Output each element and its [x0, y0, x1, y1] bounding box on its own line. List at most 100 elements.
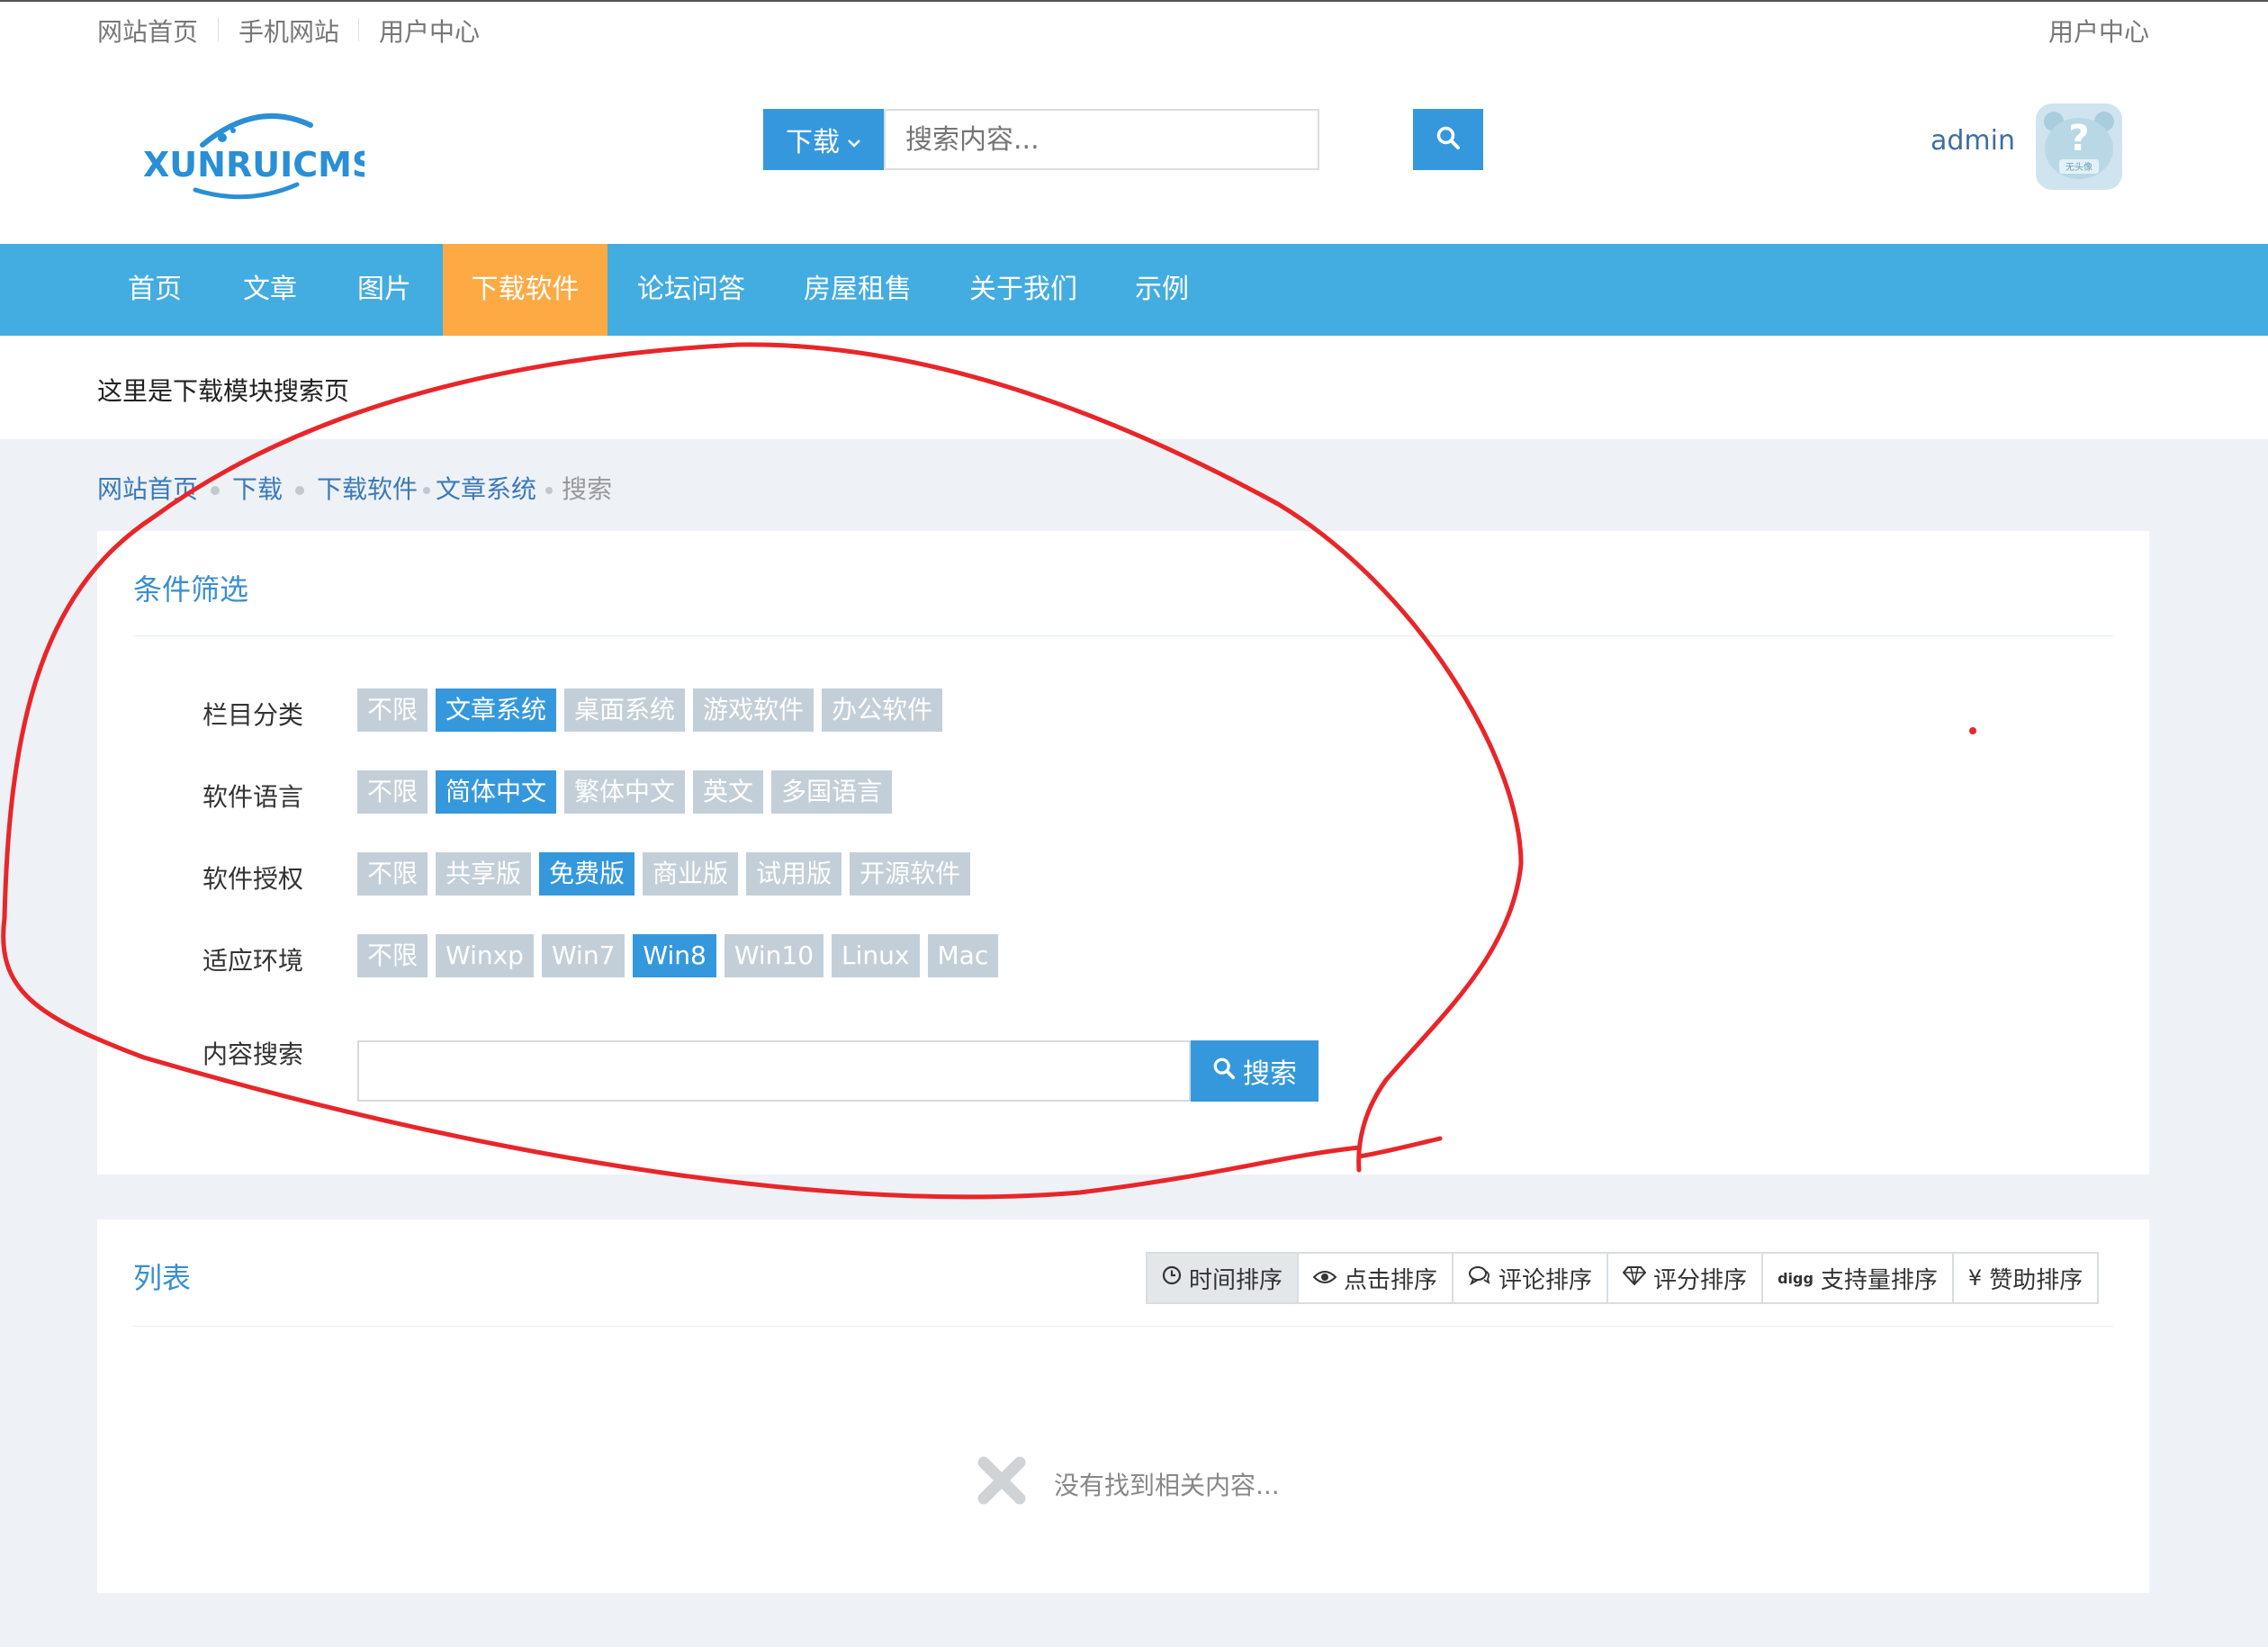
filter-label: 软件语言 [202, 782, 304, 812]
nav-item-articles[interactable]: 文章 [225, 244, 315, 336]
yen-icon: ¥ [1967, 1265, 1983, 1291]
keyword-input[interactable] [357, 1040, 1191, 1102]
close-icon [975, 1454, 1029, 1514]
breadcrumb-download-software[interactable]: 下载软件 [317, 474, 418, 504]
top-right-user-center[interactable]: 用户中心 [2048, 13, 2149, 49]
breadcrumb: 网站首页 下载 下载软件 文章系统 搜索 [97, 470, 612, 506]
filter-option-selected[interactable]: 简体中文 [436, 770, 557, 814]
breadcrumb-separator [295, 486, 305, 495]
filter-label: 栏目分类 [202, 700, 304, 730]
search-button[interactable] [1413, 109, 1483, 170]
filter-option[interactable]: Linux [832, 934, 920, 977]
filter-option[interactable]: 办公软件 [822, 688, 943, 732]
breadcrumb-separator [211, 486, 220, 495]
filter-option-selected[interactable]: 免费版 [539, 852, 635, 896]
nav-item-images[interactable]: 图片 [339, 244, 429, 336]
sort-by-donation-button[interactable]: ¥ 赞助排序 [1951, 1254, 2098, 1302]
top-divider [358, 18, 359, 41]
filter-option[interactable]: 开源软件 [850, 852, 971, 896]
filter-option[interactable]: 试用版 [746, 852, 842, 896]
avatar[interactable]: ? 无头像 [2036, 104, 2122, 190]
list-panel: 列表 时间排序 点击排序 评论排序 评分排序 digg 支持量排序 ¥ 赞助排序… [97, 1220, 2149, 1593]
eye-icon [1312, 1264, 1337, 1292]
top-link-home[interactable]: 网站首页 [97, 13, 198, 49]
search-icon [1212, 1056, 1236, 1087]
breadcrumb-download[interactable]: 下载 [232, 474, 283, 504]
chevron-down-icon [847, 124, 861, 156]
nav-item-real-estate[interactable]: 房屋租售 [792, 244, 923, 336]
top-divider [218, 18, 219, 41]
top-link-mobile[interactable]: 手机网站 [238, 13, 339, 49]
search-icon [1436, 125, 1461, 154]
nav-item-home[interactable]: 首页 [110, 244, 200, 336]
sort-label: 评分排序 [1653, 1266, 1748, 1294]
filter-option[interactable]: 不限 [357, 770, 428, 814]
filter-option[interactable]: 不限 [357, 688, 428, 732]
filter-option[interactable]: 游戏软件 [693, 688, 814, 732]
sort-by-support-button[interactable]: digg 支持量排序 [1761, 1254, 1952, 1302]
filter-option-selected[interactable]: Win8 [633, 934, 716, 977]
search-type-label: 下载 [786, 127, 840, 158]
nav-item-downloads[interactable]: 下载软件 [443, 244, 608, 336]
avatar-question-mark: ? [2068, 118, 2089, 159]
sort-by-clicks-button[interactable]: 点击排序 [1297, 1254, 1453, 1302]
sort-label: 时间排序 [1189, 1266, 1283, 1294]
filter-option[interactable]: 英文 [693, 770, 764, 814]
filter-option[interactable]: Winxp [436, 934, 534, 977]
filter-panel-title: 条件筛选 [133, 572, 249, 607]
breadcrumb-home[interactable]: 网站首页 [97, 474, 198, 504]
sort-by-comments-button[interactable]: 评论排序 [1452, 1254, 1607, 1302]
sort-label: 赞助排序 [1989, 1266, 2084, 1294]
filter-option[interactable]: 桌面系统 [564, 688, 686, 732]
nav-item-about[interactable]: 关于我们 [958, 244, 1089, 336]
main-nav: 首页 文章 图片 下载软件 论坛问答 房屋租售 关于我们 示例 [0, 244, 2268, 336]
top-link-user-center[interactable]: 用户中心 [379, 13, 480, 49]
diamond-icon [1622, 1264, 1647, 1292]
empty-state-text: 没有找到相关内容... [1054, 1470, 1280, 1500]
panel-divider [133, 635, 2113, 636]
filter-option-selected[interactable]: 文章系统 [436, 688, 557, 732]
list-panel-title: 列表 [133, 1261, 192, 1295]
filter-option[interactable]: 共享版 [436, 852, 532, 896]
panel-divider [133, 1326, 2113, 1327]
sort-label: 评论排序 [1498, 1266, 1593, 1294]
avatar-caption: 无头像 [2066, 162, 2092, 173]
breadcrumb-current: 搜索 [562, 474, 613, 504]
clock-icon [1162, 1264, 1182, 1292]
search-input[interactable] [884, 109, 1319, 170]
filter-option[interactable]: Win10 [724, 934, 824, 977]
keyword-search-button[interactable]: 搜索 [1191, 1040, 1318, 1102]
breadcrumb-separator [423, 487, 431, 494]
search-type-dropdown[interactable]: 下载 [763, 109, 884, 170]
empty-state: 没有找到相关内容... [975, 1454, 1280, 1514]
sort-by-rating-button[interactable]: 评分排序 [1606, 1254, 1762, 1302]
filter-option[interactable]: Win7 [541, 934, 626, 977]
filter-option[interactable]: Mac [927, 934, 999, 977]
filter-label: 适应环境 [202, 946, 304, 976]
sort-button-group: 时间排序 点击排序 评论排序 评分排序 digg 支持量排序 ¥ 赞助排序 [1146, 1252, 2100, 1304]
breadcrumb-article-system[interactable]: 文章系统 [436, 474, 536, 504]
nav-item-forum[interactable]: 论坛问答 [626, 244, 757, 336]
keyword-label: 内容搜索 [202, 1040, 304, 1069]
digg-icon: digg [1778, 1269, 1814, 1287]
keyword-search-label: 搜索 [1243, 1058, 1297, 1090]
filter-option[interactable]: 不限 [357, 852, 428, 896]
filter-option[interactable]: 商业版 [643, 852, 739, 896]
header-search: 下载 [763, 109, 1483, 170]
logo-text: XUNRUICMS [143, 145, 364, 184]
nav-item-examples[interactable]: 示例 [1123, 244, 1201, 336]
filter-label: 软件授权 [202, 864, 304, 894]
comment-icon [1468, 1264, 1491, 1292]
site-logo[interactable]: XUNRUICMS [140, 107, 376, 206]
filter-panel: 条件筛选 栏目分类 不限 文章系统 桌面系统 游戏软件 办公软件 软件语言 不限… [97, 531, 2149, 1174]
sort-label: 点击排序 [1344, 1266, 1438, 1294]
site-header: XUNRUICMS 下载 admin ? 无头像 [0, 55, 2268, 244]
notice-text: 这里是下载模块搜索页 [97, 376, 350, 406]
sort-by-time-button[interactable]: 时间排序 [1148, 1254, 1298, 1302]
top-bar: 网站首页 手机网站 用户中心 用户中心 [0, 0, 2268, 57]
sort-label: 支持量排序 [1820, 1266, 1938, 1294]
filter-option[interactable]: 繁体中文 [564, 770, 686, 814]
filter-option[interactable]: 多国语言 [771, 770, 893, 814]
filter-option[interactable]: 不限 [357, 934, 428, 977]
username-link[interactable]: admin [1930, 125, 2015, 157]
